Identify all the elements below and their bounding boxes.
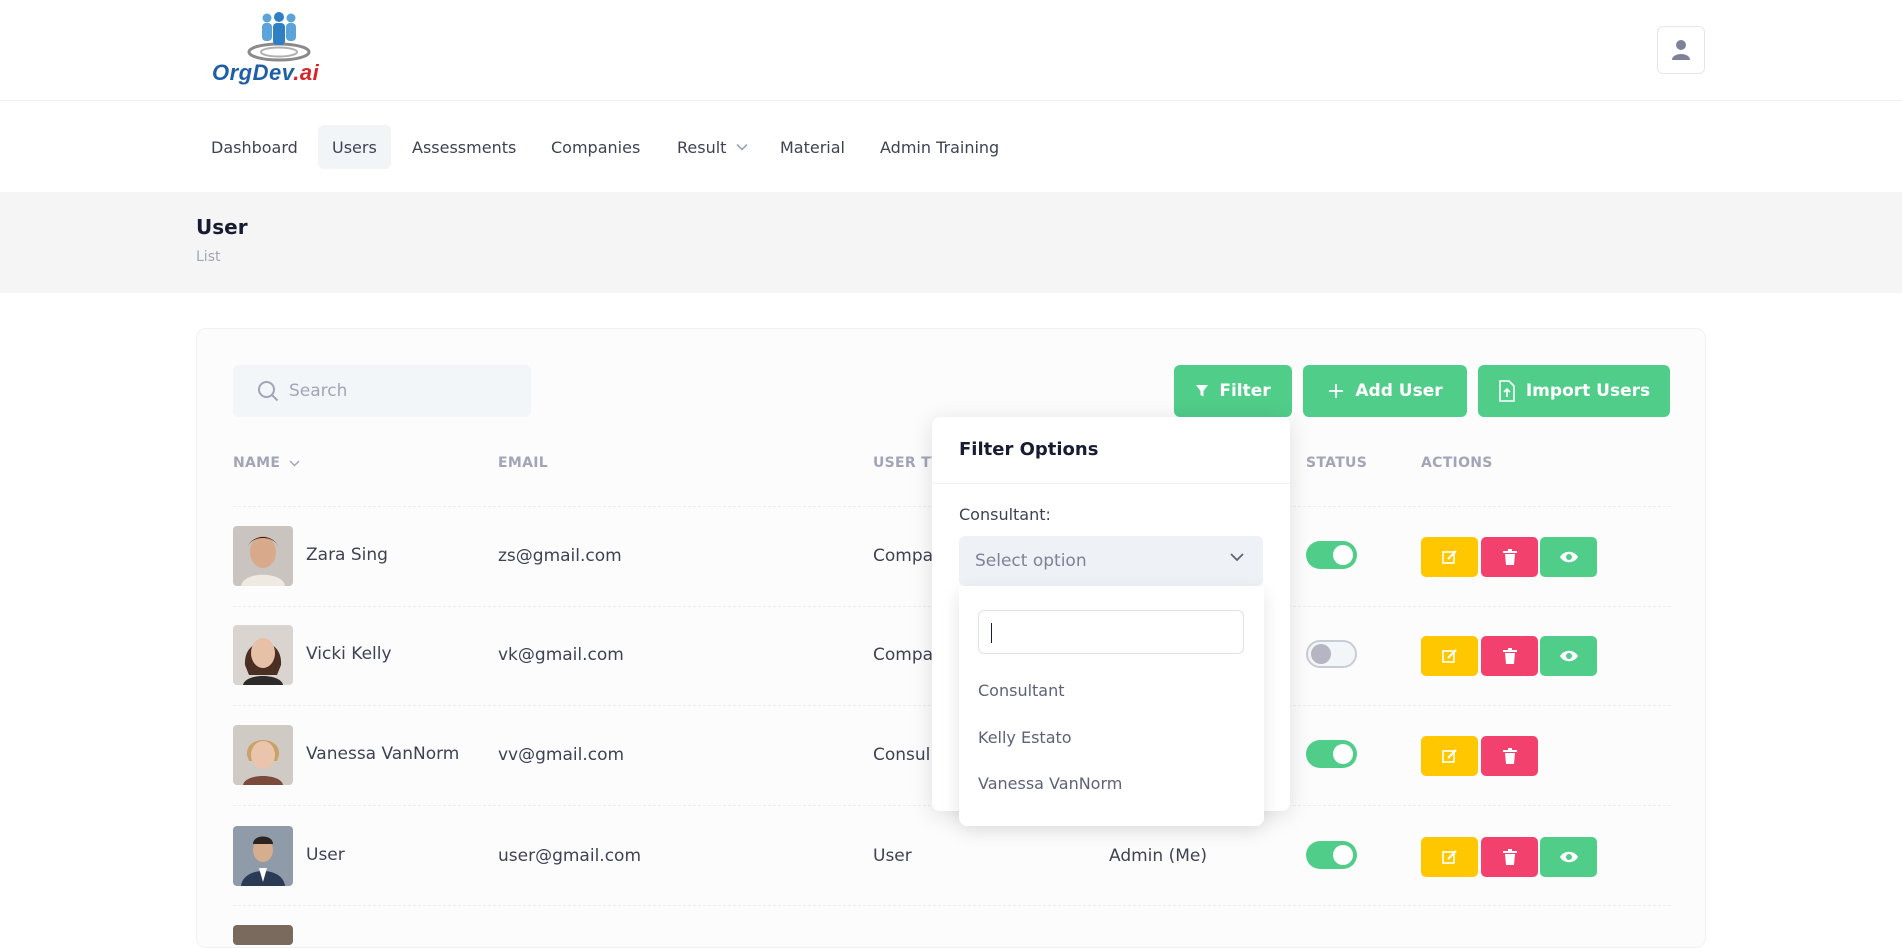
edit-button[interactable]	[1421, 636, 1478, 676]
orgdev-logo[interactable]: OrgDev.ai	[204, 12, 354, 88]
page-toolbar: User List	[0, 192, 1902, 293]
user-email: user@gmail.com	[498, 846, 642, 866]
consultant-select[interactable]: Select option	[959, 536, 1263, 586]
logo-text: OrgDev.ai	[212, 60, 320, 85]
view-button[interactable]	[1540, 837, 1597, 877]
row-divider	[233, 905, 1671, 906]
user-email: vk@gmail.com	[498, 645, 624, 665]
dropdown-option[interactable]: Consultant	[978, 681, 1065, 700]
logo-people-icon	[247, 12, 311, 62]
chevron-down-icon	[1230, 553, 1244, 562]
col-header-name[interactable]: NAME	[233, 455, 300, 471]
edit-icon	[1441, 550, 1457, 564]
search-box[interactable]	[233, 365, 531, 417]
view-button[interactable]	[1540, 636, 1597, 676]
trash-icon	[1502, 849, 1517, 865]
nav-material[interactable]: Material	[766, 125, 859, 169]
search-icon	[258, 381, 279, 402]
user-email: vv@gmail.com	[498, 745, 625, 765]
user-company: Admin (Me)	[1109, 846, 1207, 866]
delete-button[interactable]	[1481, 636, 1538, 676]
main-nav: Dashboard Users Assessments Companies Re…	[0, 101, 1902, 192]
divider	[932, 483, 1290, 484]
search-input[interactable]	[289, 381, 519, 401]
dropdown-option[interactable]: Vanessa VanNorm	[978, 774, 1122, 793]
user-type: Compa	[873, 645, 934, 665]
nav-companies[interactable]: Companies	[537, 125, 654, 169]
user-menu-button[interactable]	[1657, 26, 1705, 74]
status-toggle[interactable]	[1306, 640, 1357, 668]
nav-users[interactable]: Users	[318, 125, 391, 169]
edit-button[interactable]	[1421, 736, 1478, 776]
delete-button[interactable]	[1481, 837, 1538, 877]
select-placeholder: Select option	[975, 551, 1087, 571]
file-upload-icon	[1499, 380, 1515, 402]
filter-panel-title: Filter Options	[959, 439, 1099, 460]
plus-icon	[1329, 384, 1344, 398]
eye-icon	[1559, 551, 1578, 563]
delete-button[interactable]	[1481, 736, 1538, 776]
trash-icon	[1502, 549, 1517, 565]
avatar	[233, 925, 293, 945]
edit-icon	[1441, 850, 1457, 864]
avatar	[233, 625, 293, 685]
delete-button[interactable]	[1481, 537, 1538, 577]
dropdown-search-field[interactable]	[978, 610, 1244, 654]
import-users-button[interactable]: Import Users	[1478, 365, 1670, 417]
eye-icon	[1559, 851, 1578, 863]
avatar	[233, 826, 293, 886]
avatar	[233, 526, 293, 586]
add-user-button[interactable]: Add User	[1303, 365, 1467, 417]
col-header-actions: ACTIONS	[1421, 455, 1493, 471]
col-header-status: STATUS	[1306, 455, 1368, 471]
chevron-down-icon	[736, 143, 749, 151]
filter-button[interactable]: Filter	[1174, 365, 1292, 417]
trash-icon	[1502, 748, 1517, 764]
dropdown-option[interactable]: Kelly Estato	[978, 728, 1072, 747]
user-name: User	[306, 845, 345, 865]
consultant-label: Consultant:	[959, 505, 1051, 524]
user-type: User	[873, 846, 912, 866]
trash-icon	[1502, 648, 1517, 664]
nav-assessments[interactable]: Assessments	[398, 125, 530, 169]
sort-chevron-icon	[289, 460, 300, 467]
edit-button[interactable]	[1421, 537, 1478, 577]
status-toggle[interactable]	[1306, 740, 1357, 768]
nav-result[interactable]: Result	[663, 125, 762, 169]
consultant-dropdown: Consultant Kelly Estato Vanessa VanNorm	[959, 586, 1264, 826]
status-toggle[interactable]	[1306, 541, 1357, 569]
breadcrumb: List	[196, 249, 221, 265]
user-icon	[1672, 40, 1690, 60]
filter-icon	[1196, 385, 1209, 397]
dropdown-search-input[interactable]	[979, 611, 1243, 653]
view-button[interactable]	[1540, 537, 1597, 577]
user-email: zs@gmail.com	[498, 546, 622, 566]
edit-button[interactable]	[1421, 837, 1478, 877]
header: OrgDev.ai	[0, 0, 1902, 101]
edit-icon	[1441, 649, 1457, 663]
edit-icon	[1441, 749, 1457, 763]
nav-dashboard[interactable]: Dashboard	[197, 125, 312, 169]
user-name: Zara Sing	[306, 545, 388, 565]
avatar	[233, 725, 293, 785]
text-cursor	[991, 623, 992, 643]
col-header-email: EMAIL	[498, 455, 548, 471]
user-name: Vanessa VanNorm	[306, 744, 460, 764]
status-toggle[interactable]	[1306, 841, 1357, 869]
eye-icon	[1559, 650, 1578, 662]
nav-admin-training[interactable]: Admin Training	[866, 125, 1013, 169]
user-name: Vicki Kelly	[306, 644, 392, 664]
user-type: Compa	[873, 546, 934, 566]
user-type: Consul	[873, 745, 931, 765]
page-title: User	[196, 215, 248, 239]
